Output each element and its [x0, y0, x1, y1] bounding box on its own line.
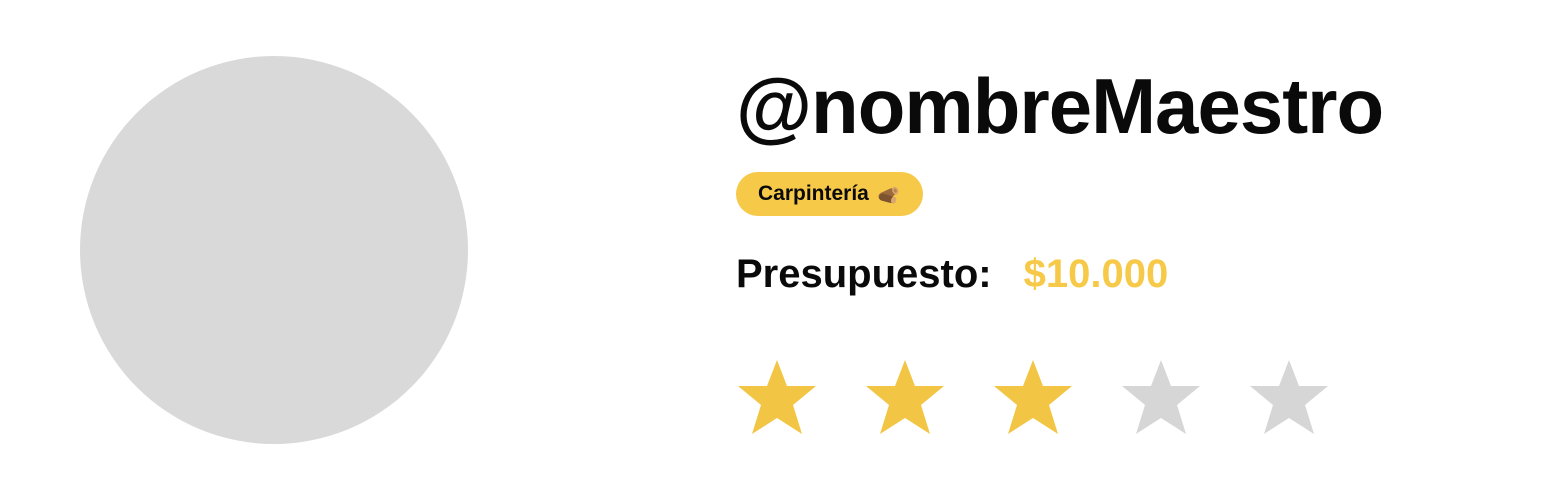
username: @nombreMaestro — [736, 62, 1384, 150]
star-icon[interactable] — [1120, 358, 1202, 436]
star-icon[interactable] — [1248, 358, 1330, 436]
star-icon[interactable] — [736, 358, 818, 436]
budget-row: Presupuesto: $10.000 — [736, 252, 1168, 297]
avatar — [80, 56, 468, 444]
star-rating[interactable] — [736, 358, 1330, 436]
wood-logs-icon — [875, 181, 901, 207]
category-label: Carpintería — [758, 182, 869, 205]
budget-label: Presupuesto: — [736, 252, 992, 296]
category-badge: Carpintería — [736, 172, 923, 216]
profile-info: @nombreMaestro Carpintería Presupuesto: … — [736, 60, 1516, 434]
budget-value: $10.000 — [1023, 252, 1169, 296]
star-icon[interactable] — [992, 358, 1074, 436]
star-icon[interactable] — [864, 358, 946, 436]
